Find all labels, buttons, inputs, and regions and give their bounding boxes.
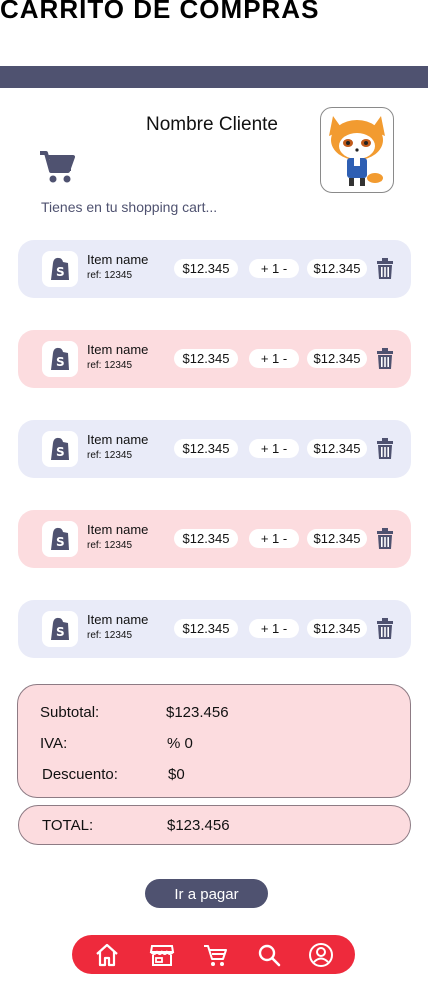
total-label: TOTAL: [42, 817, 94, 834]
store-icon[interactable] [149, 942, 175, 968]
item-price: $12.345 [174, 529, 238, 548]
list-item: S Item name ref: 12345 $12.345 + 1 - $12… [18, 330, 411, 388]
item-price: $12.345 [174, 439, 238, 458]
subtotal-label: Subtotal: [40, 704, 100, 721]
red-panda-avatar-icon [329, 116, 385, 186]
item-total: $12.345 [307, 349, 367, 368]
avatar[interactable] [320, 107, 394, 193]
discount-value: $0 [168, 766, 185, 783]
quantity-stepper[interactable]: + 1 - [249, 619, 299, 638]
list-item: S Item name ref: 12345 $12.345 + 1 - $12… [18, 510, 411, 568]
trash-icon[interactable] [376, 438, 394, 460]
search-icon[interactable] [256, 942, 282, 968]
item-name: Item name [87, 252, 149, 267]
shopify-bag-icon: S [42, 251, 78, 287]
item-ref: ref: 12345 [87, 540, 133, 551]
cart-icon [38, 149, 76, 185]
svg-text:S: S [56, 355, 65, 369]
shopify-bag-icon: S [42, 521, 78, 557]
iva-label: IVA: [40, 735, 68, 752]
item-total: $12.345 [307, 529, 367, 548]
shopify-bag-icon: S [42, 611, 78, 647]
order-summary: Subtotal: $123.456 IVA: % 0 Descuento: $… [17, 684, 411, 798]
item-ref: ref: 12345 [87, 630, 133, 641]
item-total: $12.345 [307, 259, 367, 278]
total-value: $123.456 [167, 817, 230, 834]
discount-label: Descuento: [42, 766, 118, 783]
trash-icon[interactable] [376, 618, 394, 640]
top-bar [0, 66, 428, 88]
item-ref: ref: 12345 [87, 360, 133, 371]
customer-name: Nombre Cliente [146, 114, 278, 135]
quantity-stepper[interactable]: + 1 - [249, 439, 299, 458]
item-name: Item name [87, 612, 149, 627]
cart-subtitle: Tienes en tu shopping cart... [41, 199, 218, 215]
trash-icon[interactable] [376, 528, 394, 550]
home-icon[interactable] [94, 942, 120, 968]
item-name: Item name [87, 522, 149, 537]
quantity-stepper[interactable]: + 1 - [249, 259, 299, 278]
trash-icon[interactable] [376, 258, 394, 280]
svg-text:S: S [56, 265, 65, 279]
list-item: S Item name ref: 12345 $12.345 + 1 - $12… [18, 240, 411, 298]
list-item: S Item name ref: 12345 $12.345 + 1 - $12… [18, 420, 411, 478]
svg-text:S: S [56, 625, 65, 639]
list-item: S Item name ref: 12345 $12.345 + 1 - $12… [18, 600, 411, 658]
bottom-nav [72, 935, 355, 974]
item-total: $12.345 [307, 619, 367, 638]
item-name: Item name [87, 432, 149, 447]
page-title: CARRITO DE COMPRAS [0, 0, 320, 24]
item-name: Item name [87, 342, 149, 357]
svg-text:S: S [56, 535, 65, 549]
pay-button[interactable]: Ir a pagar [145, 879, 268, 908]
total-box: TOTAL: $123.456 [18, 805, 411, 845]
item-price: $12.345 [174, 619, 238, 638]
item-total: $12.345 [307, 439, 367, 458]
trash-icon[interactable] [376, 348, 394, 370]
quantity-stepper[interactable]: + 1 - [249, 529, 299, 548]
item-ref: ref: 12345 [87, 270, 133, 281]
item-ref: ref: 12345 [87, 450, 133, 461]
profile-icon[interactable] [308, 942, 334, 968]
item-price: $12.345 [174, 259, 238, 278]
quantity-stepper[interactable]: + 1 - [249, 349, 299, 368]
iva-value: % 0 [167, 735, 193, 752]
subtotal-value: $123.456 [166, 704, 229, 721]
item-price: $12.345 [174, 349, 238, 368]
shopify-bag-icon: S [42, 431, 78, 467]
cart-icon[interactable] [202, 942, 228, 968]
svg-text:S: S [56, 445, 65, 459]
shopify-bag-icon: S [42, 341, 78, 377]
